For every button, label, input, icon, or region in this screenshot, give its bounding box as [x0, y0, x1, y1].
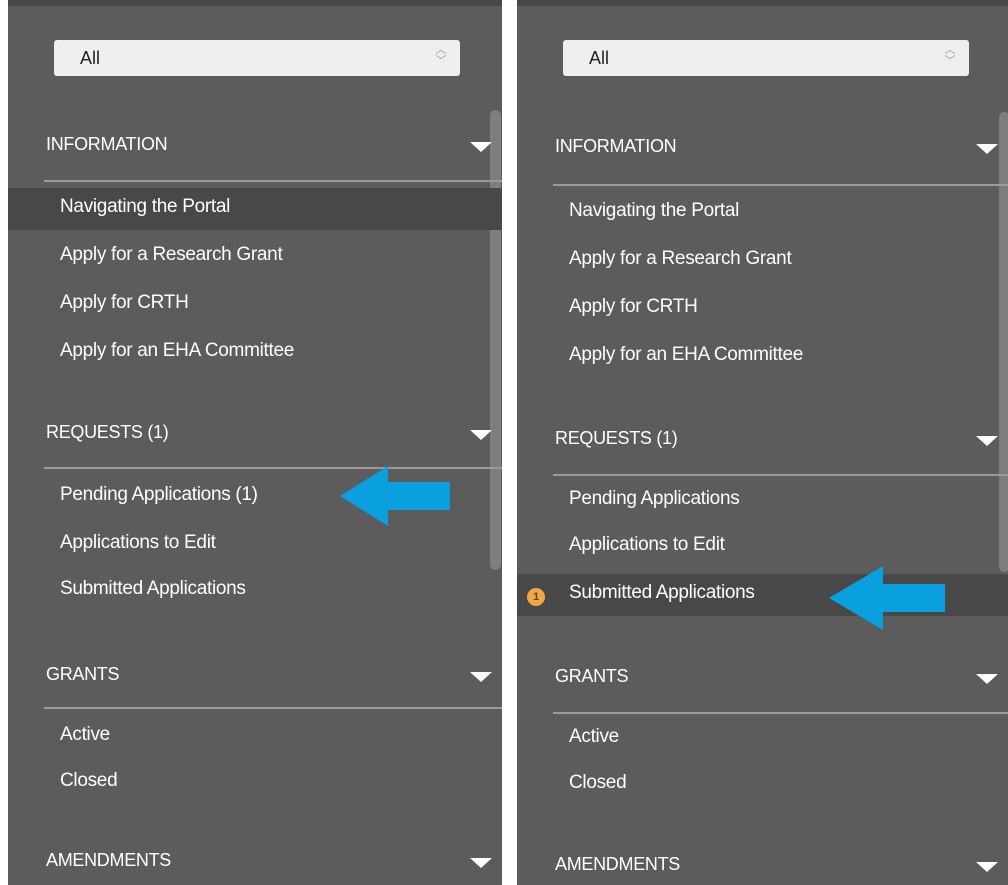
panel-top-border	[517, 0, 1008, 6]
menu-item-active[interactable]: Active	[8, 716, 502, 758]
menu-item-label: Applications to Edit	[569, 534, 725, 555]
menu-item-label: Apply for an EHA Committee	[60, 340, 295, 361]
section-title: REQUESTS (1)	[46, 422, 169, 442]
chevron-down-icon[interactable]	[470, 672, 492, 682]
section-header-information[interactable]: INFORMATION	[555, 132, 1008, 162]
menu-item-label: Closed	[60, 770, 118, 791]
menu-item-apply-eha-committee[interactable]: Apply for an EHA Committee	[517, 336, 1008, 378]
filter-select[interactable]: All ︿ ﹀	[563, 40, 969, 76]
up-down-chevron-icon: ︿ ﹀	[435, 44, 447, 67]
menu-item-closed[interactable]: Closed	[8, 762, 502, 804]
section-title: INFORMATION	[555, 136, 677, 156]
menu-item-closed[interactable]: Closed	[517, 764, 1008, 806]
section-header-information[interactable]: INFORMATION	[46, 130, 502, 160]
section-header-requests[interactable]: REQUESTS (1)	[555, 424, 1008, 454]
menu-item-label: Apply for CRTH	[569, 296, 698, 317]
section-title: INFORMATION	[46, 134, 168, 154]
chevron-down-icon[interactable]	[470, 142, 492, 152]
section-header-grants[interactable]: GRANTS	[46, 660, 502, 690]
section-title: REQUESTS (1)	[555, 428, 678, 448]
menu-item-label: Apply for CRTH	[60, 292, 189, 313]
menu-item-apply-research-grant[interactable]: Apply for a Research Grant	[517, 240, 1008, 282]
chevron-down-icon[interactable]	[976, 862, 998, 872]
chevron-down-icon[interactable]	[976, 144, 998, 154]
menu-item-label: Pending Applications	[569, 488, 740, 509]
menu-item-label: Closed	[569, 772, 627, 793]
menu-item-active[interactable]: Active	[517, 718, 1008, 760]
menu-item-label: Apply for a Research Grant	[60, 244, 283, 265]
menu-item-label: Applications to Edit	[60, 532, 216, 553]
divider	[553, 184, 1008, 186]
filter-select-value: All	[80, 48, 101, 68]
section-header-requests[interactable]: REQUESTS (1)	[46, 418, 502, 448]
panel-top-border	[8, 0, 502, 6]
section-title: AMENDMENTS	[555, 854, 681, 874]
divider	[44, 707, 502, 709]
section-header-amendments[interactable]: AMENDMENTS	[46, 846, 502, 876]
divider	[44, 180, 502, 182]
left-sidebar-panel: All ︿ ﹀ INFORMATION Navigating the Portal…	[8, 0, 502, 885]
menu-item-applications-to-edit[interactable]: Applications to Edit	[517, 526, 1008, 568]
menu-item-label: Pending Applications (1)	[60, 484, 258, 505]
arrow-left-icon	[340, 466, 450, 526]
chevron-down-icon[interactable]	[470, 430, 492, 440]
divider	[553, 712, 1008, 714]
menu-item-apply-research-grant[interactable]: Apply for a Research Grant	[8, 236, 502, 278]
chevron-down-icon[interactable]	[976, 436, 998, 446]
menu-item-label: Navigating the Portal	[569, 200, 740, 221]
menu-item-apply-eha-committee[interactable]: Apply for an EHA Committee	[8, 332, 502, 374]
menu-item-apply-crth[interactable]: Apply for CRTH	[517, 288, 1008, 330]
notification-badge: 1	[527, 588, 545, 606]
divider	[553, 474, 1008, 476]
section-title: GRANTS	[46, 664, 120, 684]
right-sidebar-panel: All ︿ ﹀ INFORMATION Navigating the Portal…	[517, 0, 1008, 885]
menu-item-apply-crth[interactable]: Apply for CRTH	[8, 284, 502, 326]
menu-item-label: Apply for an EHA Committee	[569, 344, 804, 365]
chevron-down-icon[interactable]	[976, 674, 998, 684]
menu-item-submitted-applications[interactable]: Submitted Applications	[8, 570, 502, 612]
filter-select-value: All	[589, 48, 610, 68]
menu-item-applications-to-edit[interactable]: Applications to Edit	[8, 524, 502, 566]
menu-item-label: Submitted Applications	[60, 578, 246, 599]
menu-item-label: Apply for a Research Grant	[569, 248, 792, 269]
filter-select[interactable]: All ︿ ﹀	[54, 40, 460, 76]
menu-item-navigating-portal[interactable]: Navigating the Portal	[517, 192, 1008, 234]
menu-item-pending-applications[interactable]: Pending Applications	[517, 480, 1008, 522]
menu-item-navigating-portal[interactable]: Navigating the Portal	[8, 188, 502, 230]
section-title: AMENDMENTS	[46, 850, 172, 870]
section-header-amendments[interactable]: AMENDMENTS	[555, 850, 1008, 880]
section-header-grants[interactable]: GRANTS	[555, 662, 1008, 692]
arrow-left-icon	[829, 566, 945, 630]
menu-item-label: Submitted Applications	[569, 582, 755, 603]
menu-item-label: Active	[60, 724, 110, 745]
up-down-chevron-icon: ︿ ﹀	[944, 44, 956, 67]
section-title: GRANTS	[555, 666, 629, 686]
menu-item-label: Active	[569, 726, 619, 747]
menu-item-label: Navigating the Portal	[60, 196, 231, 217]
chevron-down-icon[interactable]	[470, 858, 492, 868]
